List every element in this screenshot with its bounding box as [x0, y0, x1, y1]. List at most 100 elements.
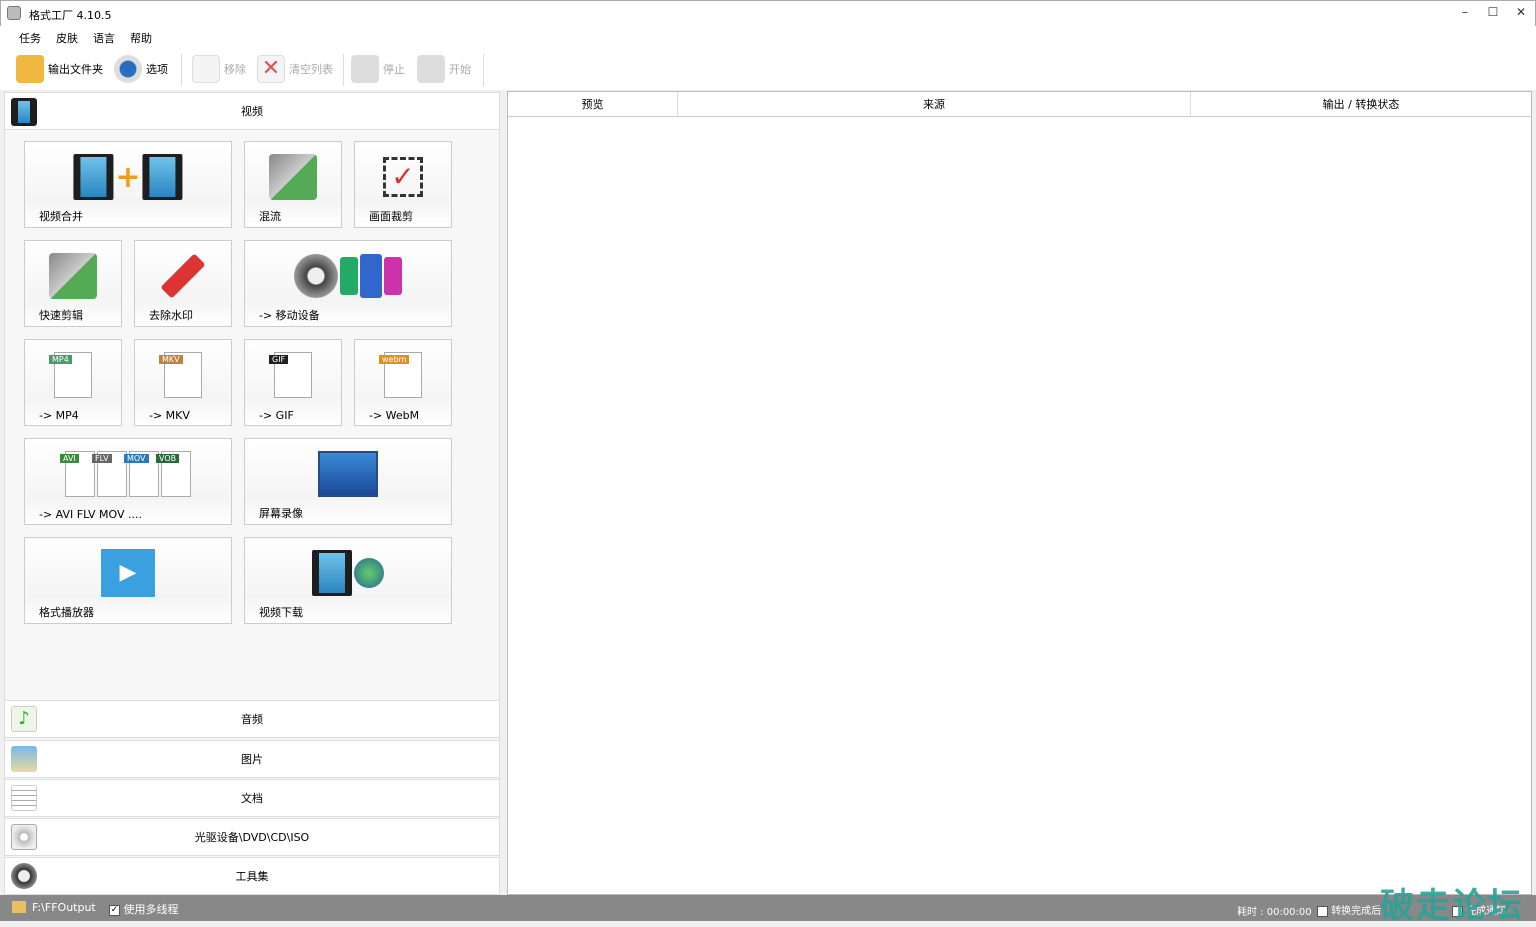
- clear-list-button[interactable]: ✕ 清空列表: [257, 54, 333, 84]
- close-button[interactable]: ✕: [1511, 5, 1531, 21]
- format-tag: webm: [379, 355, 410, 364]
- category-disc[interactable]: 光驱设备\DVD\CD\ISO: [4, 818, 500, 856]
- tile-remove-watermark[interactable]: 去除水印: [134, 240, 232, 327]
- mkv-icon: MKV: [159, 350, 202, 400]
- category-audio[interactable]: ♪ 音频: [4, 700, 500, 738]
- tile-mobile-device[interactable]: -> 移动设备: [244, 240, 452, 327]
- menu-language[interactable]: 语言: [93, 30, 115, 46]
- tile-label: 格式播放器: [39, 606, 94, 619]
- category-video[interactable]: 视频: [4, 92, 500, 130]
- status-bar: F:\FFOutput ✓ 使用多线程 耗时 : 00:00:00 转换完成后 …: [0, 895, 1536, 921]
- category-tools[interactable]: 工具集: [4, 857, 500, 895]
- menu-skin[interactable]: 皮肤: [56, 30, 78, 46]
- remove-file-icon: [192, 55, 220, 83]
- watermark: 破走论坛: [1380, 886, 1524, 926]
- tile-mux[interactable]: 混流: [244, 141, 342, 228]
- category-document[interactable]: 文档: [4, 779, 500, 817]
- disc-icon: [11, 824, 37, 850]
- tile-label: -> AVI FLV MOV ....: [39, 508, 143, 521]
- screen-record-icon: [318, 449, 378, 499]
- multithread-checkbox[interactable]: ✓ 使用多线程: [109, 901, 179, 917]
- output-path[interactable]: F:\FFOutput: [32, 901, 96, 914]
- tile-label: -> WebM: [369, 409, 420, 422]
- menu-task[interactable]: 任务: [19, 30, 41, 46]
- tile-webm[interactable]: webm -> WebM: [354, 339, 452, 426]
- start-button[interactable]: 开始: [417, 54, 471, 84]
- toolbar: 输出文件夹 选项 移除 ✕ 清空列表 停止 开始: [0, 48, 1536, 90]
- after-convert-checkbox[interactable]: 转换完成后: [1317, 902, 1381, 917]
- tile-label: 画面裁剪: [369, 210, 413, 223]
- tile-label: -> MKV: [149, 409, 190, 422]
- video-download-icon: [312, 548, 384, 598]
- clear-list-icon: ✕: [257, 55, 285, 83]
- format-tag: MP4: [49, 355, 72, 364]
- options-button[interactable]: 选项: [114, 54, 168, 84]
- format-tag: FLV: [92, 454, 112, 463]
- webm-icon: webm: [379, 350, 422, 400]
- quick-cut-icon: [49, 251, 97, 301]
- format-tag: VOB: [156, 454, 180, 463]
- mp4-icon: MP4: [49, 350, 92, 400]
- tile-label: -> GIF: [259, 409, 294, 422]
- tile-quick-cut[interactable]: 快速剪辑: [24, 240, 122, 327]
- format-tag: AVI: [60, 454, 79, 463]
- tile-mp4[interactable]: MP4 -> MP4: [24, 339, 122, 426]
- window-title: 格式工厂 4.10.5: [29, 9, 112, 22]
- toolbar-divider: [483, 54, 484, 86]
- stop-button[interactable]: 停止: [351, 54, 405, 84]
- tile-label: 视频合并: [39, 210, 83, 223]
- category-picture[interactable]: 图片: [4, 740, 500, 778]
- maximize-button[interactable]: ☐: [1483, 5, 1503, 21]
- document-icon: [11, 785, 37, 811]
- tile-screen-record[interactable]: 屏幕录像: [244, 438, 452, 525]
- toolbar-divider: [343, 54, 344, 86]
- tile-label: 混流: [259, 210, 281, 223]
- music-icon: ♪: [11, 706, 37, 732]
- stop-icon: [351, 55, 379, 83]
- merge-video-icon: +: [73, 152, 183, 202]
- minimize-button[interactable]: –: [1455, 5, 1475, 21]
- title-bar: 格式工厂 4.10.5 – ☐ ✕: [0, 0, 1536, 26]
- picture-icon: [11, 746, 37, 772]
- tile-label: -> MP4: [39, 409, 79, 422]
- folder-icon: [12, 901, 26, 913]
- multi-format-icon: AVI FLV MOV VOB: [60, 449, 191, 499]
- tile-label: 视频下载: [259, 606, 303, 619]
- remove-button[interactable]: 移除: [192, 54, 246, 84]
- elapsed-time: 耗时 : 00:00:00: [1237, 907, 1312, 918]
- toolbar-divider: [181, 54, 182, 86]
- start-icon: [417, 55, 445, 83]
- format-tag: GIF: [269, 355, 289, 364]
- tile-label: -> 移动设备: [259, 309, 320, 322]
- crop-icon: ✓: [383, 152, 423, 202]
- menu-bar: 任务 皮肤 语言 帮助: [0, 26, 1536, 48]
- tile-label: 屏幕录像: [259, 507, 303, 520]
- tile-label: 快速剪辑: [39, 309, 83, 322]
- tools-icon: [11, 863, 37, 889]
- column-output-status[interactable]: 输出 / 转换状态: [1191, 92, 1531, 117]
- task-list[interactable]: 预览 来源 输出 / 转换状态: [507, 91, 1532, 895]
- remove-watermark-icon: [160, 251, 206, 301]
- folder-icon: [16, 55, 44, 83]
- mux-icon: [269, 152, 317, 202]
- output-folder-button[interactable]: 输出文件夹: [16, 54, 103, 84]
- film-icon: [11, 98, 37, 126]
- tile-merge-video[interactable]: + 视频合并: [24, 141, 232, 228]
- gif-icon: GIF: [269, 350, 312, 400]
- tile-video-download[interactable]: 视频下载: [244, 537, 452, 624]
- gear-icon: [114, 55, 142, 83]
- tile-multi-format[interactable]: AVI FLV MOV VOB -> AVI FLV MOV ....: [24, 438, 232, 525]
- tile-crop[interactable]: ✓ 画面裁剪: [354, 141, 452, 228]
- app-icon: [7, 6, 21, 20]
- menu-help[interactable]: 帮助: [130, 30, 152, 46]
- tile-mkv[interactable]: MKV -> MKV: [134, 339, 232, 426]
- tile-label: 去除水印: [149, 309, 193, 322]
- format-tag: MKV: [159, 355, 183, 364]
- player-icon: ▶: [101, 548, 155, 598]
- mobile-device-icon: [294, 251, 402, 301]
- format-tag: MOV: [124, 454, 149, 463]
- tile-gif[interactable]: GIF -> GIF: [244, 339, 342, 426]
- tile-player[interactable]: ▶ 格式播放器: [24, 537, 232, 624]
- column-source[interactable]: 来源: [678, 92, 1191, 117]
- column-preview[interactable]: 预览: [508, 92, 678, 117]
